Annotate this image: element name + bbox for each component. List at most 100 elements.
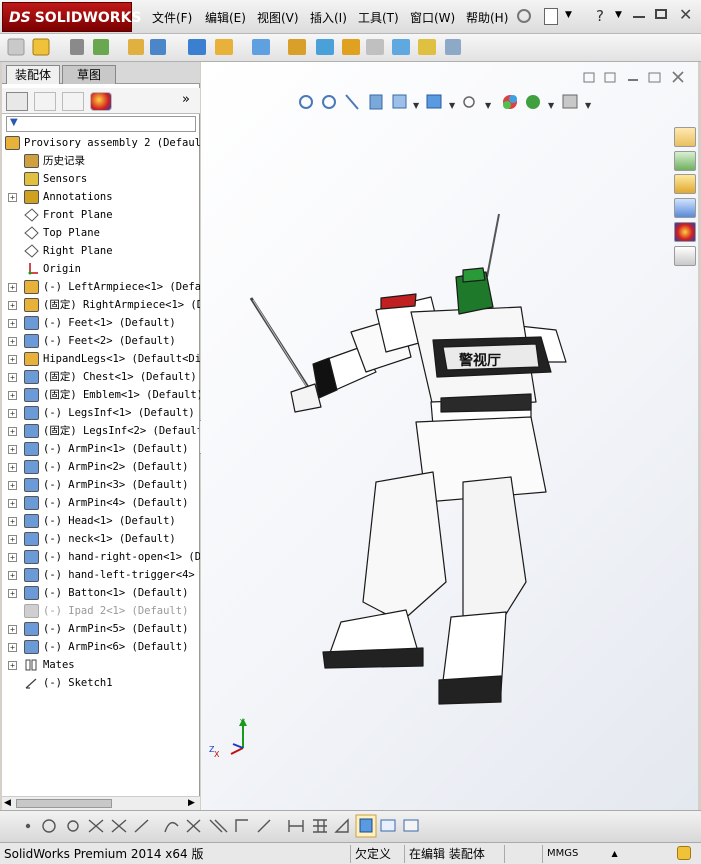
home-icon[interactable] xyxy=(674,127,696,147)
expand-icon[interactable]: + xyxy=(8,625,17,634)
close-icon[interactable]: ✕ xyxy=(679,5,692,24)
tree-item[interactable]: Top Plane xyxy=(2,224,200,242)
tree-item-label: (-) ArmPin<6> (Default) xyxy=(43,641,189,653)
units-selector[interactable]: MMGS ▲ xyxy=(542,845,662,863)
expand-icon[interactable]: + xyxy=(8,391,17,400)
axis-y-label: Y xyxy=(239,718,245,727)
tree-item[interactable]: + (-) ArmPin<5> (Default) xyxy=(2,620,200,638)
tree-item[interactable]: + (-) Feet<1> (Default) xyxy=(2,314,200,332)
tree-item[interactable]: + (-) ArmPin<3> (Default) xyxy=(2,476,200,494)
expand-icon[interactable]: + xyxy=(8,319,17,328)
scroll-right-icon[interactable]: ▶ xyxy=(188,798,195,808)
appearances-icon[interactable] xyxy=(674,222,696,242)
scroll-left-icon[interactable]: ◀ xyxy=(4,798,11,808)
tree-item[interactable]: + Annotations xyxy=(2,188,200,206)
tree-item[interactable]: 历史记录 xyxy=(2,152,200,170)
tree-item[interactable]: + (固定) RightArmpiece<1> (D xyxy=(2,296,200,314)
tree-item[interactable]: + (-) LeftArmpiece<1> (Defau xyxy=(2,278,200,296)
expand-panel-icon[interactable]: » xyxy=(182,92,190,107)
toolbar-icons xyxy=(7,38,461,56)
tree-item[interactable]: + (-) hand-left-trigger<4> ( xyxy=(2,566,200,584)
expand-icon[interactable]: + xyxy=(8,193,17,202)
tree-item[interactable]: + (固定) Emblem<1> (Default) xyxy=(2,386,200,404)
chevron-down-icon[interactable]: ▼ xyxy=(565,10,572,20)
feature-tree-icon[interactable] xyxy=(6,92,28,111)
tree-item[interactable]: + (-) Feet<2> (Default) xyxy=(2,332,200,350)
menu-insert[interactable]: 插入(I) xyxy=(310,9,347,26)
minimize-icon[interactable] xyxy=(633,16,645,18)
subassembly-icon xyxy=(24,298,39,312)
rebuild-indicator-icon[interactable] xyxy=(677,846,691,860)
tree-item[interactable]: Sensors xyxy=(2,170,200,188)
tree-item[interactable]: Right Plane xyxy=(2,242,200,260)
new-document-icon[interactable] xyxy=(544,8,558,25)
configuration-manager-icon[interactable] xyxy=(62,92,84,111)
tree-item[interactable]: + (固定) LegsInf<2> (Default xyxy=(2,422,200,440)
chevron-down-icon[interactable]: ▼ xyxy=(615,10,622,20)
tree-item[interactable]: + HipandLegs<1> (Default<Dis xyxy=(2,350,200,368)
menu-file[interactable]: 文件(F) xyxy=(152,9,192,26)
tree-item[interactable]: + (-) hand-right-open<1> (De xyxy=(2,548,200,566)
tree-item-label: Front Plane xyxy=(43,209,113,221)
expand-icon[interactable]: + xyxy=(8,337,17,346)
solidworks-logo[interactable]: DS SOLIDWORKS xyxy=(2,2,142,32)
expand-icon[interactable]: + xyxy=(8,283,17,292)
menu-edit[interactable]: 编辑(E) xyxy=(205,9,246,26)
tree-item-label: Origin xyxy=(43,263,81,275)
tree-item[interactable]: + (-) Head<1> (Default) xyxy=(2,512,200,530)
expand-icon[interactable]: + xyxy=(8,463,17,472)
tree-item[interactable]: Provisory assembly 2 (Defaul xyxy=(2,134,200,152)
expand-icon[interactable]: + xyxy=(8,589,17,598)
tree-item[interactable]: + (-) neck<1> (Default) xyxy=(2,530,200,548)
tab-sketch[interactable]: 草图 xyxy=(62,65,116,84)
menu-view[interactable]: 视图(V) xyxy=(257,9,299,26)
expand-icon[interactable]: + xyxy=(8,571,17,580)
custom-properties-icon[interactable] xyxy=(674,246,696,266)
tree-item[interactable]: + (-) ArmPin<6> (Default) xyxy=(2,638,200,656)
expand-icon[interactable]: + xyxy=(8,517,17,526)
scrollbar-thumb[interactable] xyxy=(16,799,112,808)
svg-text:▼: ▼ xyxy=(585,101,592,110)
graphics-area[interactable]: ▼ ▼ ▼ ▼ ▼ 警视厅 Y Z X xyxy=(201,62,698,810)
tree-item[interactable]: + (-) LegsInf<1> (Default) xyxy=(2,404,200,422)
expand-icon[interactable]: + xyxy=(8,643,17,652)
expand-icon[interactable]: + xyxy=(8,445,17,454)
tree-filter[interactable]: ▼ xyxy=(6,116,196,132)
property-manager-icon[interactable] xyxy=(34,92,56,111)
tree-item[interactable]: + (固定) Chest<1> (Default) xyxy=(2,368,200,386)
expand-icon[interactable]: + xyxy=(8,661,17,670)
pin-icon[interactable] xyxy=(517,9,531,23)
tree-horizontal-scrollbar[interactable]: ◀ ▶ xyxy=(2,796,200,810)
tab-assembly[interactable]: 装配体 xyxy=(6,65,60,84)
file-explorer-icon[interactable] xyxy=(674,174,696,194)
expand-icon[interactable]: + xyxy=(8,481,17,490)
expand-icon[interactable]: + xyxy=(8,427,17,436)
expand-icon[interactable]: + xyxy=(8,373,17,382)
menu-tools[interactable]: 工具(T) xyxy=(358,9,399,26)
expand-icon[interactable]: + xyxy=(8,355,17,364)
tree-item[interactable]: Front Plane xyxy=(2,206,200,224)
expand-icon[interactable]: + xyxy=(8,409,17,418)
design-library-icon[interactable] xyxy=(674,151,696,171)
chest-emblem-text: 警视厅 xyxy=(459,352,501,369)
help-icon[interactable]: ? xyxy=(596,7,604,25)
tree-item[interactable]: (-) Ipad 2<1> (Default) xyxy=(2,602,200,620)
tree-item[interactable]: + (-) ArmPin<2> (Default) xyxy=(2,458,200,476)
mates-icon xyxy=(24,658,39,672)
view-palette-icon[interactable] xyxy=(674,198,696,218)
restore-icon[interactable] xyxy=(655,9,667,19)
expand-icon[interactable]: + xyxy=(8,553,17,562)
expand-icon[interactable]: + xyxy=(8,535,17,544)
display-manager-icon[interactable] xyxy=(90,92,112,111)
tree-item[interactable]: + Mates xyxy=(2,656,200,674)
tree-item[interactable]: + (-) ArmPin<4> (Default) xyxy=(2,494,200,512)
menu-window[interactable]: 窗口(W) xyxy=(410,9,455,26)
tree-item[interactable]: + (-) Batton<1> (Default) xyxy=(2,584,200,602)
tree-item[interactable]: Origin xyxy=(2,260,200,278)
menu-help[interactable]: 帮助(H) xyxy=(466,9,508,26)
tree-item[interactable]: + (-) ArmPin<1> (Default) xyxy=(2,440,200,458)
expand-icon[interactable]: + xyxy=(8,301,17,310)
plane-icon xyxy=(24,208,39,222)
expand-icon[interactable]: + xyxy=(8,499,17,508)
tree-item[interactable]: (-) Sketch1 xyxy=(2,674,200,692)
